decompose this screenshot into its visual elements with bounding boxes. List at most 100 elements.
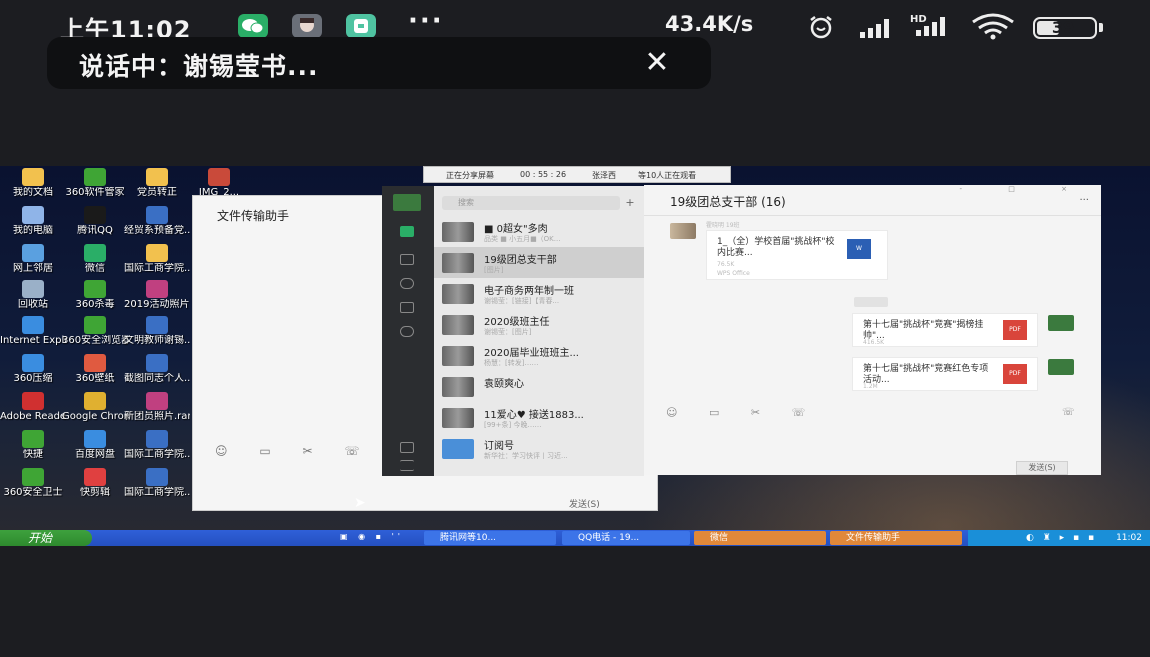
chat-icon[interactable] [400, 226, 414, 237]
desktop-icon-label: 360软件管家 [65, 187, 125, 198]
chat-list-item[interactable]: 电子商务两年制一班 谢锡莹：[链接]【青春... [434, 278, 644, 309]
desktop-icon[interactable]: 网上邻居 [0, 244, 66, 274]
desktop-icon[interactable]: 国际工商学院... [124, 468, 190, 498]
desktop-icon[interactable]: 经贸系预备党... [124, 206, 190, 236]
hd-label: HD [910, 14, 927, 25]
file-message[interactable]: 1_（全）学校首届"挑战杯"校内比赛... 76.5K WPS Office W [706, 230, 888, 280]
desktop-icon-label: 百度网盘 [75, 449, 115, 460]
chat-name: 2020届毕业班班主... [484, 348, 579, 359]
desktop-app-icon [84, 280, 106, 298]
quick-launch[interactable]: ▣ ◉ ▪ '' [340, 532, 404, 541]
taskbar-item-wechat[interactable]: 微信 [694, 531, 826, 545]
chat-title: 19级团总支干部 (16) [670, 195, 786, 209]
call-banner[interactable]: 说话中：谢锡莹书... ✕ [47, 37, 711, 89]
desktop-app-icon [84, 392, 106, 410]
share-duration: 00 : 55 : 26 [520, 170, 567, 179]
desktop-icon[interactable]: 我的文档 [0, 168, 66, 198]
chat-list-item[interactable]: 2020届毕业班班主... 杨慧：[转发]…… [434, 340, 644, 371]
desktop-app-icon [84, 316, 106, 334]
desktop-icon[interactable]: 360软件管家 [62, 168, 128, 198]
battery-level: 39 [1051, 18, 1075, 37]
desktop-icon[interactable]: 文明教师谢锡... [124, 316, 190, 346]
phone-icon[interactable] [400, 442, 414, 453]
taskbar-item-file-helper[interactable]: 文件传输助手 [830, 531, 962, 545]
desktop-icon[interactable]: 腾讯QQ [62, 206, 128, 236]
desktop-icon[interactable]: 党员转正 [124, 168, 190, 198]
call-icon[interactable]: ☏ [1062, 407, 1075, 418]
folder-icon[interactable] [400, 302, 414, 313]
search-input[interactable]: 搜索 [442, 196, 620, 210]
avatar[interactable] [1048, 359, 1074, 375]
hd-signal-icon: HD [910, 12, 956, 42]
desktop-icon-label: Google Chrome [62, 411, 128, 422]
phone-screen: 上午11:02 ··· 43.4K/s HD 39 说话中：谢锡莹书... ✕ … [0, 0, 1150, 657]
file-helper-toolbar[interactable]: ☺ ▭ ✂ ☏ [215, 444, 373, 458]
file-message[interactable]: 第十七届"挑战杯"竞赛"揭榜挂帅"... 416.5K PDF [852, 313, 1038, 347]
desktop-icon[interactable]: 新团员照片.rar [124, 392, 190, 422]
chat-list-item[interactable]: 袁颐爽心 [434, 371, 644, 402]
desktop-icon[interactable]: IMG_2... [186, 168, 252, 198]
chat-preview: 谢锡莹：[图片] [484, 328, 532, 336]
message-sender: 霍晓明 19班 [706, 222, 740, 229]
taskbar-item-browser[interactable]: 腾讯网等10... [424, 531, 556, 545]
send-button[interactable]: 发送(S) [1016, 461, 1068, 475]
moments-icon[interactable] [400, 326, 414, 337]
desktop-icon-label: 快剪辑 [80, 487, 110, 498]
desktop-icon[interactable]: 国际工商学院... [124, 244, 190, 274]
desktop-icon[interactable]: 360壁纸 [62, 354, 128, 384]
close-icon[interactable]: ✕ [637, 43, 677, 83]
desktop-icon[interactable]: 360杀毒 [62, 280, 128, 310]
chat-list-item[interactable]: 2020级班主任 谢锡莹：[图片] [434, 309, 644, 340]
favorites-icon[interactable] [400, 278, 414, 289]
chat-list-item[interactable]: ■ 0超女"多肉 品类 ■ 小五月■（OK... [434, 216, 644, 247]
start-button[interactable]: 开始 [0, 530, 92, 546]
desktop-app-icon [146, 392, 168, 410]
call-status-text: 说话中：谢锡莹书... [79, 52, 319, 81]
desktop-icon[interactable]: 360安全浏览器 [62, 316, 128, 346]
tray-icons[interactable]: ◐ ♜ ▸ ▪ ▪ [1026, 530, 1097, 546]
desktop-icon[interactable]: 回收站 [0, 280, 66, 310]
shared-desktop: 我的文档 360软件管家 党员转正 IMG_2... 我的电脑 腾讯QQ 经贸系预备党...… [0, 166, 1150, 546]
desktop-icon[interactable]: 2019活动照片.zip [124, 280, 190, 310]
desktop-icon[interactable]: 国际工商学院... [124, 430, 190, 460]
avatar [442, 439, 474, 459]
desktop-app-icon [22, 206, 44, 224]
desktop-icon[interactable]: 快剪辑 [62, 468, 128, 498]
avatar[interactable] [1048, 315, 1074, 331]
avatar[interactable] [670, 223, 696, 239]
desktop-icon[interactable]: 微信 [62, 244, 128, 274]
chat-more-button[interactable]: ··· [1079, 195, 1089, 206]
desktop-icon[interactable]: 360压缩 [0, 354, 66, 384]
taskbar-item-qq-call[interactable]: QQ电话 - 19... [562, 531, 690, 545]
desktop-icon[interactable]: Adobe Reader [0, 392, 66, 422]
chat-toolbar[interactable]: ☺ ▭ ✂ ☏ [666, 406, 819, 419]
wechat-notification-icon [238, 14, 268, 38]
chat-list-item[interactable]: 11爱心♥ 接送1883... [99+条] 今晚…… [434, 402, 644, 433]
file-helper-send-button[interactable]: 发送(S) [569, 497, 600, 510]
chat-name: 订阅号 [484, 441, 514, 452]
menu-icon[interactable] [400, 460, 414, 471]
desktop-icon[interactable]: 截图同志个人... [124, 354, 190, 384]
chat-preview: [图片] [484, 266, 504, 274]
chat-list-item[interactable]: 订阅号 新华社：学习快评丨习近... [434, 433, 644, 464]
chat-name: 2020级班主任 [484, 317, 550, 328]
desktop-icon[interactable]: 360安全卫士 [0, 468, 66, 498]
desktop-icon[interactable]: 我的电脑 [0, 206, 66, 236]
battery-tip [1099, 23, 1103, 32]
add-chat-button[interactable]: + [622, 195, 638, 211]
desktop-icon[interactable]: Google Chrome [62, 392, 128, 422]
contacts-icon[interactable] [400, 254, 414, 265]
chat-list-item[interactable]: 19级团总支干部 [图片] [434, 247, 644, 278]
avatar[interactable] [393, 194, 421, 211]
file-message[interactable]: 第十七届"挑战杯"竞赛红色专项活动... 1.2M PDF [852, 357, 1038, 391]
file-name: 1_（全）学校首届"挑战杯"校内比赛... [717, 237, 835, 258]
desktop-app-icon [208, 168, 230, 186]
battery-icon: 39 [1033, 17, 1097, 39]
desktop-icon[interactable]: Internet Explorer [0, 316, 66, 346]
desktop-icon[interactable]: 快捷 [0, 430, 66, 460]
desktop-icon[interactable]: 百度网盘 [62, 430, 128, 460]
wechat-sidebar [382, 186, 434, 476]
window-controls[interactable]: - □ × [960, 185, 1089, 193]
desktop-app-icon [146, 206, 168, 224]
desktop-icon-label: 腾讯QQ [77, 225, 113, 236]
